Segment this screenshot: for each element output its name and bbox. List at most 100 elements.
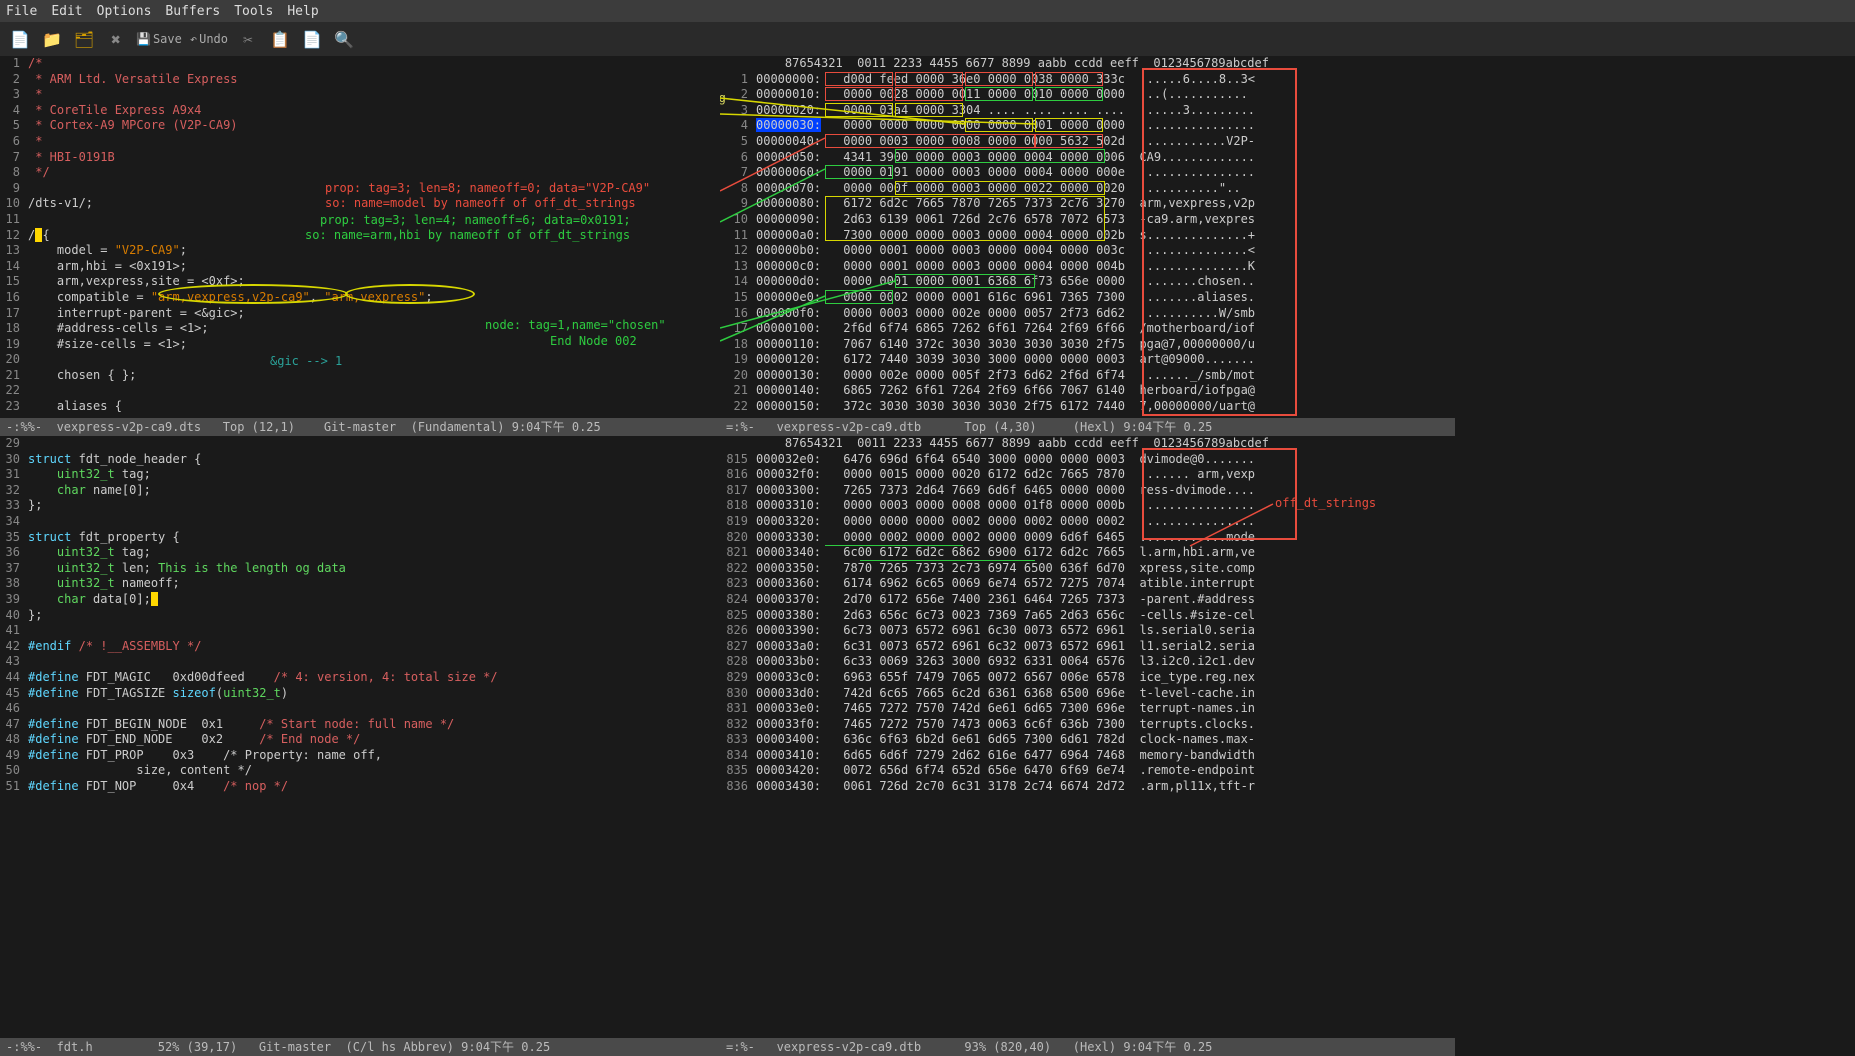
code-line[interactable]: 46 bbox=[0, 701, 720, 717]
hex-line[interactable]: 16000000f0: 0000 0003 0000 002e 0000 005… bbox=[720, 306, 1455, 322]
copy-icon[interactable]: 📋 bbox=[268, 27, 292, 51]
code-line[interactable]: 33}; bbox=[0, 498, 720, 514]
hex-line[interactable]: 2000000130: 0000 002e 0000 005f 2f73 6d6… bbox=[720, 368, 1455, 384]
hex-line[interactable]: 829000033c0: 6963 655f 7479 7065 0072 65… bbox=[720, 670, 1455, 686]
cut-icon[interactable]: ✂ bbox=[236, 27, 260, 51]
hex-line[interactable]: 1700000100: 2f6d 6f74 6865 7262 6f61 726… bbox=[720, 321, 1455, 337]
menu-buffers[interactable]: Buffers bbox=[165, 4, 220, 19]
hex-line[interactable]: 200000010: 0000 0028 0000 0011 0000 0010… bbox=[720, 87, 1455, 103]
code-line[interactable]: 39 char data[0]; bbox=[0, 592, 720, 608]
code-line[interactable]: 30struct fdt_node_header { bbox=[0, 452, 720, 468]
hex-line[interactable]: 830000033d0: 742d 6c65 7665 6c2d 6361 63… bbox=[720, 686, 1455, 702]
code-line[interactable]: 38 uint32_t nameoff; bbox=[0, 576, 720, 592]
close-icon[interactable]: ✖ bbox=[104, 27, 128, 51]
code-line[interactable]: 41 bbox=[0, 623, 720, 639]
hex-line[interactable]: 816000032f0: 0000 0015 0000 0020 6172 6d… bbox=[720, 467, 1455, 483]
hex-line[interactable]: 81800003310: 0000 0003 0000 0008 0000 01… bbox=[720, 498, 1455, 514]
menu-file[interactable]: File bbox=[6, 4, 37, 19]
hex-line[interactable]: 81900003320: 0000 0000 0000 0002 0000 00… bbox=[720, 514, 1455, 530]
code-line[interactable]: 6 * bbox=[0, 134, 720, 150]
code-line[interactable]: 4 * CoreTile Express A9x4 bbox=[0, 103, 720, 119]
hex-line[interactable]: 81700003300: 7265 7373 2d64 7669 6d6f 64… bbox=[720, 483, 1455, 499]
hex-line[interactable]: 300000020: 0000 03a4 0000 3304 .... ....… bbox=[720, 103, 1455, 119]
code-line[interactable]: 18 #address-cells = <1>; bbox=[0, 321, 720, 337]
hex-line[interactable]: 1000000090: 2d63 6139 0061 726d 2c76 657… bbox=[720, 212, 1455, 228]
dts-buffer[interactable]: 1/*2 * ARM Ltd. Versatile Express3 *4 * … bbox=[0, 56, 720, 418]
code-line[interactable]: 49#define FDT_PROP 0x3 /* Property: name… bbox=[0, 748, 720, 764]
hex-line[interactable]: 15000000e0: 0000 0002 0000 0001 616c 696… bbox=[720, 290, 1455, 306]
open-dir-icon[interactable]: 🗂 bbox=[72, 27, 96, 51]
hex-line[interactable]: 12000000b0: 0000 0001 0000 0003 0000 000… bbox=[720, 243, 1455, 259]
hex-line[interactable]: 83300003400: 636c 6f63 6b2d 6e61 6d65 73… bbox=[720, 732, 1455, 748]
hex-line[interactable]: 827000033a0: 6c31 0073 6572 6961 6c32 00… bbox=[720, 639, 1455, 655]
code-line[interactable]: 3 * bbox=[0, 87, 720, 103]
hex-line[interactable]: 800000070: 0000 000f 0000 0003 0000 0022… bbox=[720, 181, 1455, 197]
code-line[interactable]: 5 * Cortex-A9 MPCore (V2P-CA9) bbox=[0, 118, 720, 134]
menu-options[interactable]: Options bbox=[97, 4, 152, 19]
hex-line[interactable]: 500000040: 0000 0003 0000 0008 0000 0000… bbox=[720, 134, 1455, 150]
hex-line[interactable]: 700000060: 0000 0191 0000 0003 0000 0004… bbox=[720, 165, 1455, 181]
code-line[interactable]: 42#endif /* !__ASSEMBLY */ bbox=[0, 639, 720, 655]
undo-button[interactable]: ↶Undo bbox=[190, 32, 228, 46]
hex-line[interactable]: 832000033f0: 7465 7272 7570 7473 0063 6c… bbox=[720, 717, 1455, 733]
menu-tools[interactable]: Tools bbox=[234, 4, 273, 19]
menubar[interactable]: File Edit Options Buffers Tools Help bbox=[0, 0, 1855, 22]
code-line[interactable]: 35struct fdt_property { bbox=[0, 530, 720, 546]
menu-edit[interactable]: Edit bbox=[51, 4, 82, 19]
code-line[interactable]: 47#define FDT_BEGIN_NODE 0x1 /* Start no… bbox=[0, 717, 720, 733]
code-line[interactable]: 17 interrupt-parent = <&gic>; bbox=[0, 306, 720, 322]
code-line[interactable]: 51#define FDT_NOP 0x4 /* nop */ bbox=[0, 779, 720, 795]
search-icon[interactable]: 🔍 bbox=[332, 27, 356, 51]
code-line[interactable]: 7 * HBI-0191B bbox=[0, 150, 720, 166]
code-line[interactable]: 48#define FDT_END_NODE 0x2 /* End node *… bbox=[0, 732, 720, 748]
hex-line[interactable]: 82500003380: 2d63 656c 6c73 0023 7369 7a… bbox=[720, 608, 1455, 624]
hex-line[interactable]: 14000000d0: 0000 0001 0000 0001 6368 6f7… bbox=[720, 274, 1455, 290]
code-line[interactable]: 1/* bbox=[0, 56, 720, 72]
hexbot-buffer[interactable]: 87654321 0011 2233 4455 6677 8899 aabb c… bbox=[720, 436, 1455, 1038]
code-line[interactable]: 37 uint32_t len; This is the length og d… bbox=[0, 561, 720, 577]
save-button[interactable]: 💾Save bbox=[136, 32, 182, 46]
code-line[interactable]: 29 bbox=[0, 436, 720, 452]
hex-line[interactable]: 600000050: 4341 3900 0000 0003 0000 0004… bbox=[720, 150, 1455, 166]
hex-line[interactable]: 1800000110: 7067 6140 372c 3030 3030 303… bbox=[720, 337, 1455, 353]
code-line[interactable]: 19 #size-cells = <1>; bbox=[0, 337, 720, 353]
paste-icon[interactable]: 📄 bbox=[300, 27, 324, 51]
code-line[interactable]: 31 uint32_t tag; bbox=[0, 467, 720, 483]
code-line[interactable]: 45#define FDT_TAGSIZE sizeof(uint32_t) bbox=[0, 686, 720, 702]
menu-help[interactable]: Help bbox=[287, 4, 318, 19]
hex-line[interactable]: 831000033e0: 7465 7272 7570 742d 6e61 6d… bbox=[720, 701, 1455, 717]
hex-line[interactable]: 82400003370: 2d70 6172 656e 7400 2361 64… bbox=[720, 592, 1455, 608]
hextop-buffer[interactable]: 87654321 0011 2233 4455 6677 8899 aabb c… bbox=[720, 56, 1455, 418]
new-file-icon[interactable]: 📄 bbox=[8, 27, 32, 51]
code-line[interactable]: 36 uint32_t tag; bbox=[0, 545, 720, 561]
hex-line[interactable]: 13000000c0: 0000 0001 0000 0003 0000 000… bbox=[720, 259, 1455, 275]
code-line[interactable]: 11 bbox=[0, 212, 720, 228]
code-line[interactable]: 40}; bbox=[0, 608, 720, 624]
open-file-icon[interactable]: 📁 bbox=[40, 27, 64, 51]
hex-line[interactable]: 400000030: 0000 0000 0000 0000 0000 0001… bbox=[720, 118, 1455, 134]
hex-line[interactable]: 1900000120: 6172 7440 3039 3030 3000 000… bbox=[720, 352, 1455, 368]
code-line[interactable]: 43 bbox=[0, 654, 720, 670]
code-line[interactable]: 32 char name[0]; bbox=[0, 483, 720, 499]
code-line[interactable]: 23 aliases { bbox=[0, 399, 720, 415]
hex-line[interactable]: 815000032e0: 6476 696d 6f64 6540 3000 00… bbox=[720, 452, 1455, 468]
hex-line[interactable]: 82000003330: 0000 0002 0000 0002 0000 00… bbox=[720, 530, 1455, 546]
code-line[interactable]: 10/dts-v1/; bbox=[0, 196, 720, 212]
hex-line[interactable]: 82600003390: 6c73 0073 6572 6961 6c30 00… bbox=[720, 623, 1455, 639]
code-line[interactable]: 15 arm,vexpress,site = <0xf>; bbox=[0, 274, 720, 290]
hex-line[interactable]: 83400003410: 6d65 6d6f 7279 2d62 616e 64… bbox=[720, 748, 1455, 764]
hex-line[interactable]: 2200000150: 372c 3030 3030 3030 3030 2f7… bbox=[720, 399, 1455, 415]
code-line[interactable]: 34 bbox=[0, 514, 720, 530]
hex-line[interactable]: 828000033b0: 6c33 0069 3263 3000 6932 63… bbox=[720, 654, 1455, 670]
hex-line[interactable]: 83600003430: 0061 726d 2c70 6c31 3178 2c… bbox=[720, 779, 1455, 795]
hex-line[interactable]: 82300003360: 6174 6962 6c65 0069 6e74 65… bbox=[720, 576, 1455, 592]
code-line[interactable]: 20 bbox=[0, 352, 720, 368]
hex-line[interactable]: 100000000: d00d feed 0000 36e0 0000 0038… bbox=[720, 72, 1455, 88]
code-line[interactable]: 21 chosen { }; bbox=[0, 368, 720, 384]
hex-line[interactable]: 83500003420: 0072 656d 6f74 652d 656e 64… bbox=[720, 763, 1455, 779]
hex-line[interactable]: 82200003350: 7870 7265 7373 2c73 6974 65… bbox=[720, 561, 1455, 577]
code-line[interactable]: 13 model = "V2P-CA9"; bbox=[0, 243, 720, 259]
code-line[interactable]: 8 */ bbox=[0, 165, 720, 181]
code-line[interactable]: 22 bbox=[0, 383, 720, 399]
fdt-buffer[interactable]: 2930struct fdt_node_header {31 uint32_t … bbox=[0, 436, 720, 1038]
